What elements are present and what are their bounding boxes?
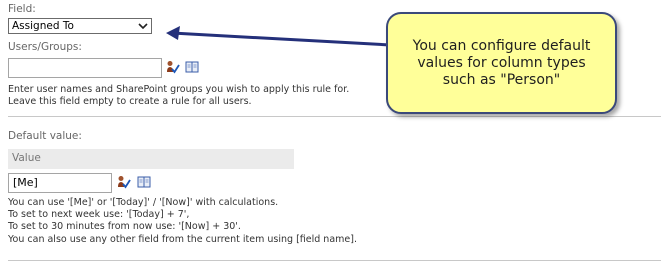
callout-arrow-line [171,31,391,47]
callout-line3: such as "Person" [442,72,561,88]
default-help-line1: You can use '[Me]' or '[Today]' / '[Now]… [8,197,279,208]
field-label: Field: [8,3,36,15]
users-groups-label: Users/Groups: [8,41,82,53]
value-column-header-text: Value [12,152,41,164]
callout-line1: You can configure default [412,38,591,54]
default-help-line2: To set to next week use: '[Today] + 7', [8,209,190,220]
field-select-value: Assigned To [12,20,74,32]
default-help-line4: You can also use any other field from th… [8,234,357,245]
chevron-down-icon [138,23,148,30]
bottom-divider [8,260,661,261]
field-select[interactable]: Assigned To [8,18,152,34]
value-column-header: Value [8,149,294,169]
callout-text: You can configure default values for col… [387,38,616,89]
default-help-line3: To set to 30 minutes from now use: '[Now… [8,221,241,232]
callout-line2: values for column types [417,55,586,71]
address-book-icon[interactable] [137,175,151,189]
address-book-icon[interactable] [185,60,199,74]
section-divider [8,116,661,117]
users-help-line2: Leave this field empty to create a rule … [8,96,252,107]
default-value-label: Default value: [8,130,82,142]
users-groups-input[interactable] [8,58,162,78]
callout-arrowhead [166,26,180,40]
check-names-icon[interactable] [117,175,131,189]
default-value-input[interactable]: [Me] [8,173,112,193]
check-names-icon[interactable] [166,60,180,74]
users-help-line1: Enter user names and SharePoint groups y… [8,84,350,95]
